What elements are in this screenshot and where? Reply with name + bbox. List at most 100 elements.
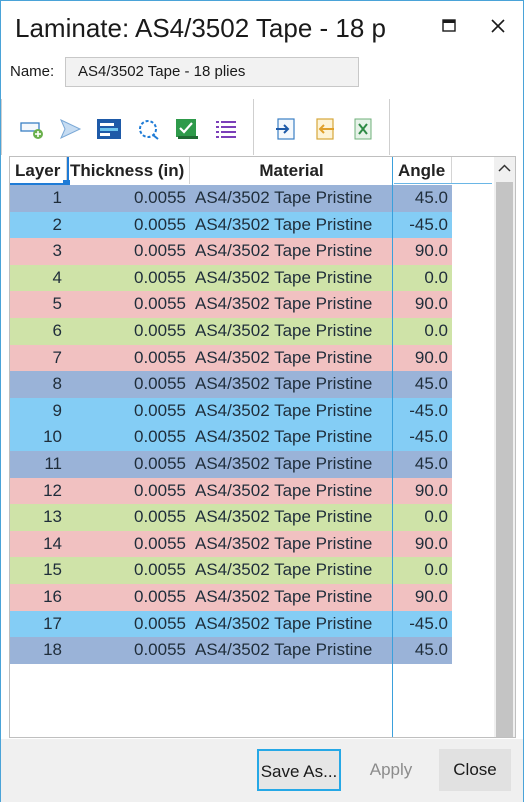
layer-cell[interactable]: 9 xyxy=(10,398,62,425)
table-row[interactable]: 13 0.0055 AS4/3502 Tape Pristine 0.0 xyxy=(10,504,452,531)
table-view-button[interactable] xyxy=(96,117,122,141)
material-cell[interactable]: AS4/3502 Tape Pristine xyxy=(194,531,394,558)
layer-cell[interactable]: 7 xyxy=(10,345,62,372)
material-cell[interactable]: AS4/3502 Tape Pristine xyxy=(194,637,394,664)
plies-grid[interactable]: Layer Thickness (in) Material Angle 1 0.0… xyxy=(9,156,516,738)
thickness-cell[interactable]: 0.0055 xyxy=(68,398,186,425)
close-window-button[interactable] xyxy=(487,15,509,37)
angle-cell[interactable]: 0.0 xyxy=(395,557,448,584)
material-cell[interactable]: AS4/3502 Tape Pristine xyxy=(194,557,394,584)
header-material[interactable]: Material xyxy=(191,157,393,184)
apply-button[interactable]: Apply xyxy=(352,749,430,791)
table-row[interactable]: 4 0.0055 AS4/3502 Tape Pristine 0.0 xyxy=(10,264,452,292)
scrollbar-thumb[interactable] xyxy=(496,182,513,737)
material-cell[interactable]: AS4/3502 Tape Pristine xyxy=(194,265,394,292)
angle-cell[interactable]: 0.0 xyxy=(395,318,448,345)
close-button[interactable]: Close xyxy=(439,749,511,791)
layer-cell[interactable]: 11 xyxy=(10,451,62,478)
material-cell[interactable]: AS4/3502 Tape Pristine xyxy=(194,451,394,478)
header-angle[interactable]: Angle xyxy=(394,157,452,184)
layer-cell[interactable]: 16 xyxy=(10,584,62,611)
angle-cell[interactable]: 0.0 xyxy=(395,504,448,531)
export-button[interactable] xyxy=(312,117,338,141)
layer-cell[interactable]: 10 xyxy=(10,424,62,451)
layer-cell[interactable]: 13 xyxy=(10,504,62,531)
layer-cell[interactable]: 4 xyxy=(10,265,62,292)
table-row[interactable]: 7 0.0055 AS4/3502 Tape Pristine 90.0 xyxy=(10,344,452,372)
material-cell[interactable]: AS4/3502 Tape Pristine xyxy=(194,318,394,345)
thickness-cell[interactable]: 0.0055 xyxy=(68,451,186,478)
table-row[interactable]: 6 0.0055 AS4/3502 Tape Pristine 0.0 xyxy=(10,318,452,345)
angle-cell[interactable]: -45.0 xyxy=(395,398,448,425)
layer-cell[interactable]: 2 xyxy=(10,212,62,239)
thickness-cell[interactable]: 0.0055 xyxy=(68,478,186,505)
material-cell[interactable]: AS4/3502 Tape Pristine xyxy=(194,398,394,425)
thickness-cell[interactable]: 0.0055 xyxy=(68,424,186,451)
list-button[interactable] xyxy=(213,117,239,141)
layer-cell[interactable]: 12 xyxy=(10,478,62,505)
angle-cell[interactable]: 90.0 xyxy=(395,345,448,372)
angle-cell[interactable]: 90.0 xyxy=(395,291,448,318)
thickness-cell[interactable]: 0.0055 xyxy=(68,531,186,558)
header-layer[interactable]: Layer xyxy=(10,157,67,184)
layer-cell[interactable]: 14 xyxy=(10,531,62,558)
material-cell[interactable]: AS4/3502 Tape Pristine xyxy=(194,185,394,212)
table-row[interactable]: 8 0.0055 AS4/3502 Tape Pristine 45.0 xyxy=(10,371,452,398)
table-row[interactable]: 17 0.0055 AS4/3502 Tape Pristine -45.0 xyxy=(10,610,452,638)
thickness-cell[interactable]: 0.0055 xyxy=(68,504,186,531)
header-thickness[interactable]: Thickness (in) xyxy=(68,157,190,184)
material-cell[interactable]: AS4/3502 Tape Pristine xyxy=(194,291,394,318)
table-row[interactable]: 5 0.0055 AS4/3502 Tape Pristine 90.0 xyxy=(10,291,452,318)
thickness-cell[interactable]: 0.0055 xyxy=(68,318,186,345)
excel-button[interactable] xyxy=(351,117,377,141)
send-button[interactable] xyxy=(58,117,84,141)
material-cell[interactable]: AS4/3502 Tape Pristine xyxy=(194,345,394,372)
thickness-cell[interactable]: 0.0055 xyxy=(68,265,186,292)
thickness-cell[interactable]: 0.0055 xyxy=(68,185,186,212)
table-row[interactable]: 12 0.0055 AS4/3502 Tape Pristine 90.0 xyxy=(10,477,452,505)
name-input[interactable]: AS4/3502 Tape - 18 plies xyxy=(65,57,359,87)
scroll-up-button[interactable] xyxy=(494,157,515,181)
layer-cell[interactable]: 5 xyxy=(10,291,62,318)
thickness-cell[interactable]: 0.0055 xyxy=(68,371,186,398)
thickness-cell[interactable]: 0.0055 xyxy=(68,212,186,239)
thickness-cell[interactable]: 0.0055 xyxy=(68,611,186,638)
layer-cell[interactable]: 18 xyxy=(10,637,62,664)
table-row[interactable]: 15 0.0055 AS4/3502 Tape Pristine 0.0 xyxy=(10,557,452,584)
layer-cell[interactable]: 8 xyxy=(10,371,62,398)
thickness-cell[interactable]: 0.0055 xyxy=(68,557,186,584)
material-cell[interactable]: AS4/3502 Tape Pristine xyxy=(194,238,394,265)
angle-cell[interactable]: 90.0 xyxy=(395,238,448,265)
layer-cell[interactable]: 3 xyxy=(10,238,62,265)
angle-cell[interactable]: -45.0 xyxy=(395,611,448,638)
angle-cell[interactable]: 45.0 xyxy=(395,185,448,212)
vertical-scrollbar[interactable] xyxy=(494,157,515,737)
angle-cell[interactable]: 90.0 xyxy=(395,478,448,505)
angle-cell[interactable]: 0.0 xyxy=(395,265,448,292)
table-row[interactable]: 3 0.0055 AS4/3502 Tape Pristine 90.0 xyxy=(10,238,452,265)
material-cell[interactable]: AS4/3502 Tape Pristine xyxy=(194,584,394,611)
material-cell[interactable]: AS4/3502 Tape Pristine xyxy=(194,611,394,638)
save-as-button[interactable]: Save As... xyxy=(257,749,341,791)
material-cell[interactable]: AS4/3502 Tape Pristine xyxy=(194,478,394,505)
thickness-cell[interactable]: 0.0055 xyxy=(68,637,186,664)
add-layer-button[interactable] xyxy=(19,117,45,141)
check-button[interactable] xyxy=(174,117,200,141)
angle-cell[interactable]: 45.0 xyxy=(395,637,448,664)
layer-cell[interactable]: 6 xyxy=(10,318,62,345)
maximize-button[interactable] xyxy=(438,15,460,37)
table-row[interactable]: 14 0.0055 AS4/3502 Tape Pristine 90.0 xyxy=(10,530,452,558)
layer-cell[interactable]: 17 xyxy=(10,611,62,638)
thickness-cell[interactable]: 0.0055 xyxy=(68,584,186,611)
table-row[interactable]: 11 0.0055 AS4/3502 Tape Pristine 45.0 xyxy=(10,451,452,478)
table-row[interactable]: 1 0.0055 AS4/3502 Tape Pristine 45.0 xyxy=(10,185,452,212)
refresh-button[interactable] xyxy=(135,117,161,141)
angle-cell[interactable]: 90.0 xyxy=(395,584,448,611)
angle-cell[interactable]: 45.0 xyxy=(395,371,448,398)
layer-cell[interactable]: 15 xyxy=(10,557,62,584)
table-row[interactable]: 10 0.0055 AS4/3502 Tape Pristine -45.0 xyxy=(10,424,452,451)
table-row[interactable]: 9 0.0055 AS4/3502 Tape Pristine -45.0 xyxy=(10,397,452,425)
layer-cell[interactable]: 1 xyxy=(10,185,62,212)
thickness-cell[interactable]: 0.0055 xyxy=(68,238,186,265)
table-row[interactable]: 18 0.0055 AS4/3502 Tape Pristine 45.0 xyxy=(10,637,452,664)
